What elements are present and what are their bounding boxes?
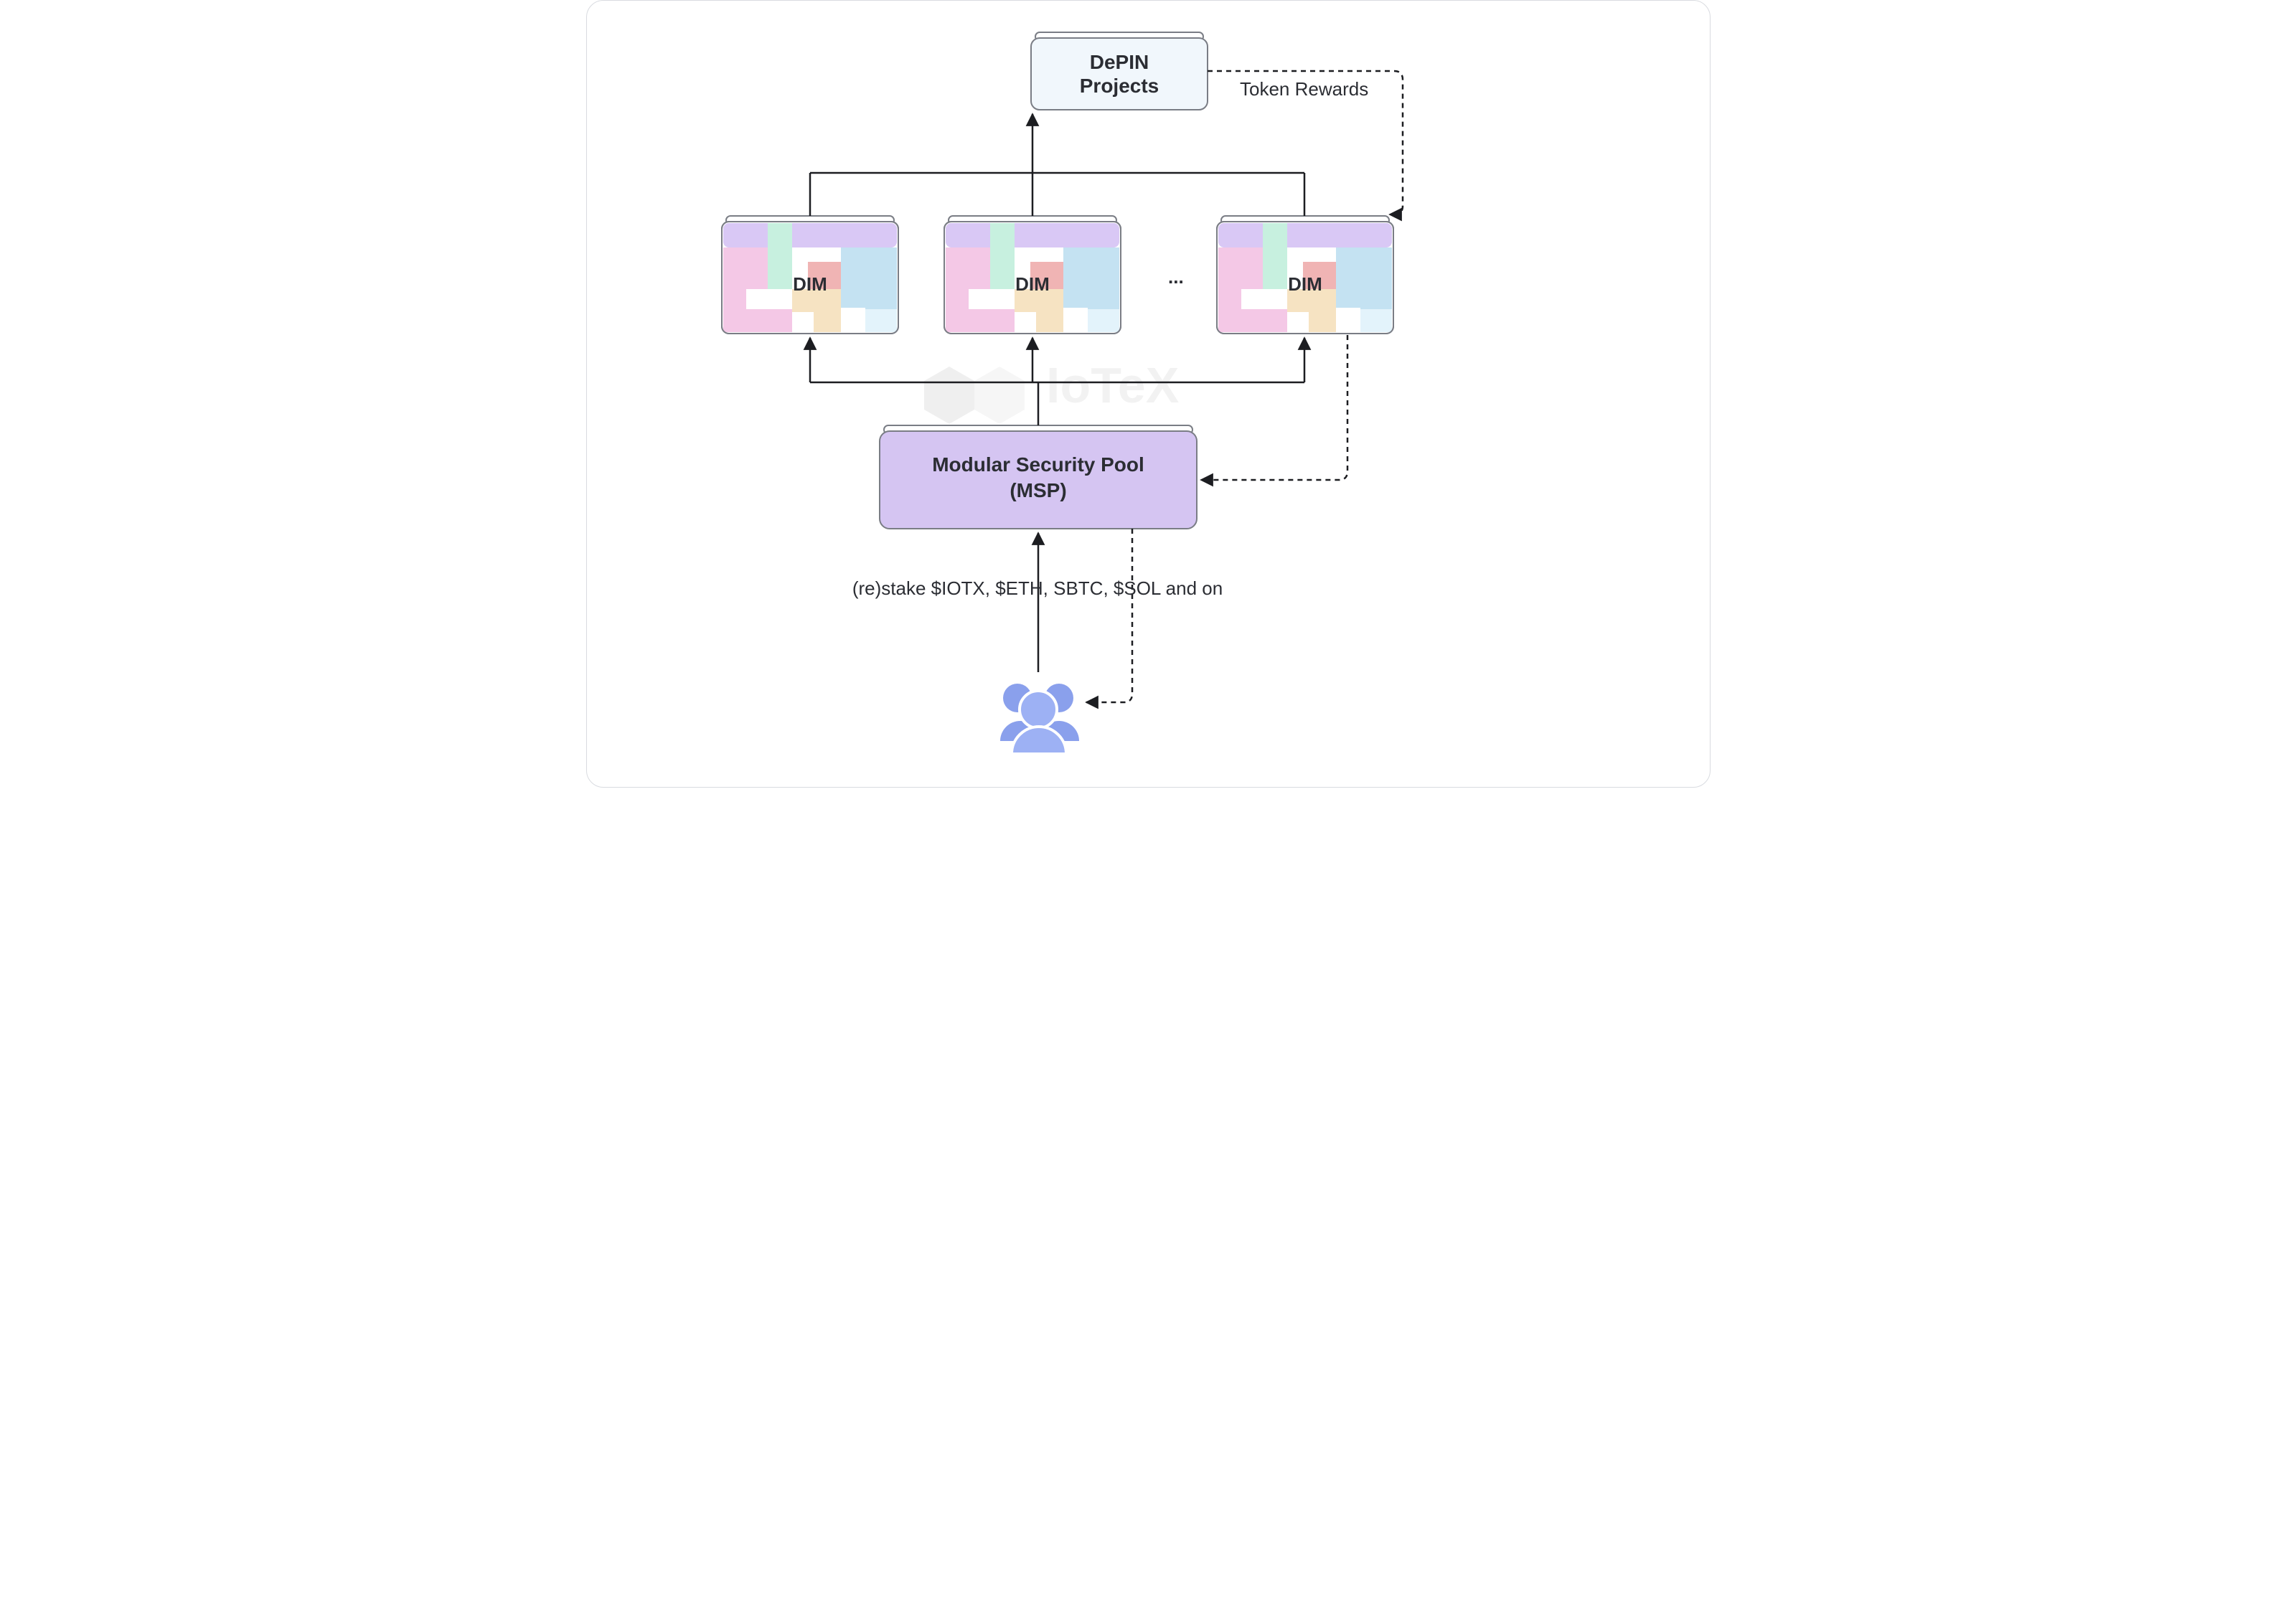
- msp-title-2: (MSP): [1010, 479, 1066, 501]
- dim-card-2: [944, 216, 1121, 334]
- depin-title-2: Projects: [1079, 75, 1159, 97]
- diagram-canvas: DIM IoTeX DePIN Projects ... Modular Sec…: [586, 0, 1711, 788]
- watermark: IoTeX: [924, 357, 1180, 424]
- svg-text:IoTeX: IoTeX: [1046, 357, 1180, 413]
- msp-node: Modular Security Pool (MSP): [880, 425, 1197, 529]
- depin-node: DePIN Projects: [1031, 32, 1208, 110]
- stake-label: (re)stake $IOTX, $ETH, SBTC, $SOL and on: [852, 577, 1222, 599]
- diagram-svg: DIM IoTeX DePIN Projects ... Modular Sec…: [587, 1, 1711, 788]
- depin-title-1: DePIN: [1089, 51, 1148, 73]
- dim-ellipsis: ...: [1168, 266, 1184, 288]
- users-icon: [1000, 684, 1079, 754]
- token-rewards-label: Token Rewards: [1240, 78, 1368, 100]
- msp-title-1: Modular Security Pool: [932, 453, 1144, 476]
- dim-card-1: [722, 216, 898, 334]
- dim-card-3: [1217, 216, 1393, 334]
